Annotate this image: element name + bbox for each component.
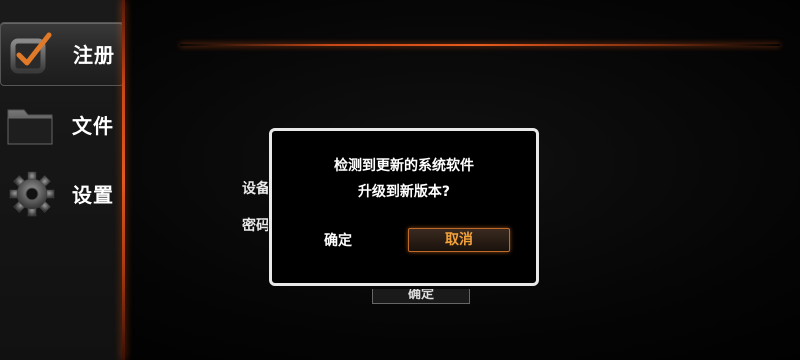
device-label: 设备 — [242, 181, 268, 197]
gear-icon — [6, 171, 56, 217]
sidebar-item-register[interactable]: 注册 — [0, 22, 124, 86]
header-divider — [180, 44, 780, 46]
confirm-button[interactable]: 确定 — [324, 229, 384, 253]
sidebar: 注册 文件 设置 — [0, 0, 124, 360]
password-label: 密码 — [242, 218, 268, 234]
sidebar-item-label: 注册 — [73, 43, 115, 67]
sidebar-item-settings[interactable]: 设置 — [0, 163, 122, 225]
cancel-button[interactable]: 取消 — [408, 228, 510, 252]
folder-icon — [6, 102, 56, 148]
background-confirm-button[interactable]: 确定 — [372, 289, 470, 304]
sidebar-item-files[interactable]: 文件 — [0, 94, 122, 156]
sidebar-item-label: 设置 — [72, 183, 114, 207]
update-dialog: 检测到更新的系统软件 升级到新版本? 确定 取消 — [269, 128, 539, 286]
sidebar-divider — [122, 0, 125, 360]
sidebar-item-label: 文件 — [72, 114, 114, 138]
dialog-message: 检测到更新的系统软件 — [334, 158, 474, 174]
screen: 注册 文件 设置 设备 密码 确定 检测到更新的系统软件 升级到新版本? 确定 … — [0, 0, 800, 360]
dialog-question: 升级到新版本? — [357, 184, 451, 200]
checkbox-edit-icon — [7, 31, 57, 77]
